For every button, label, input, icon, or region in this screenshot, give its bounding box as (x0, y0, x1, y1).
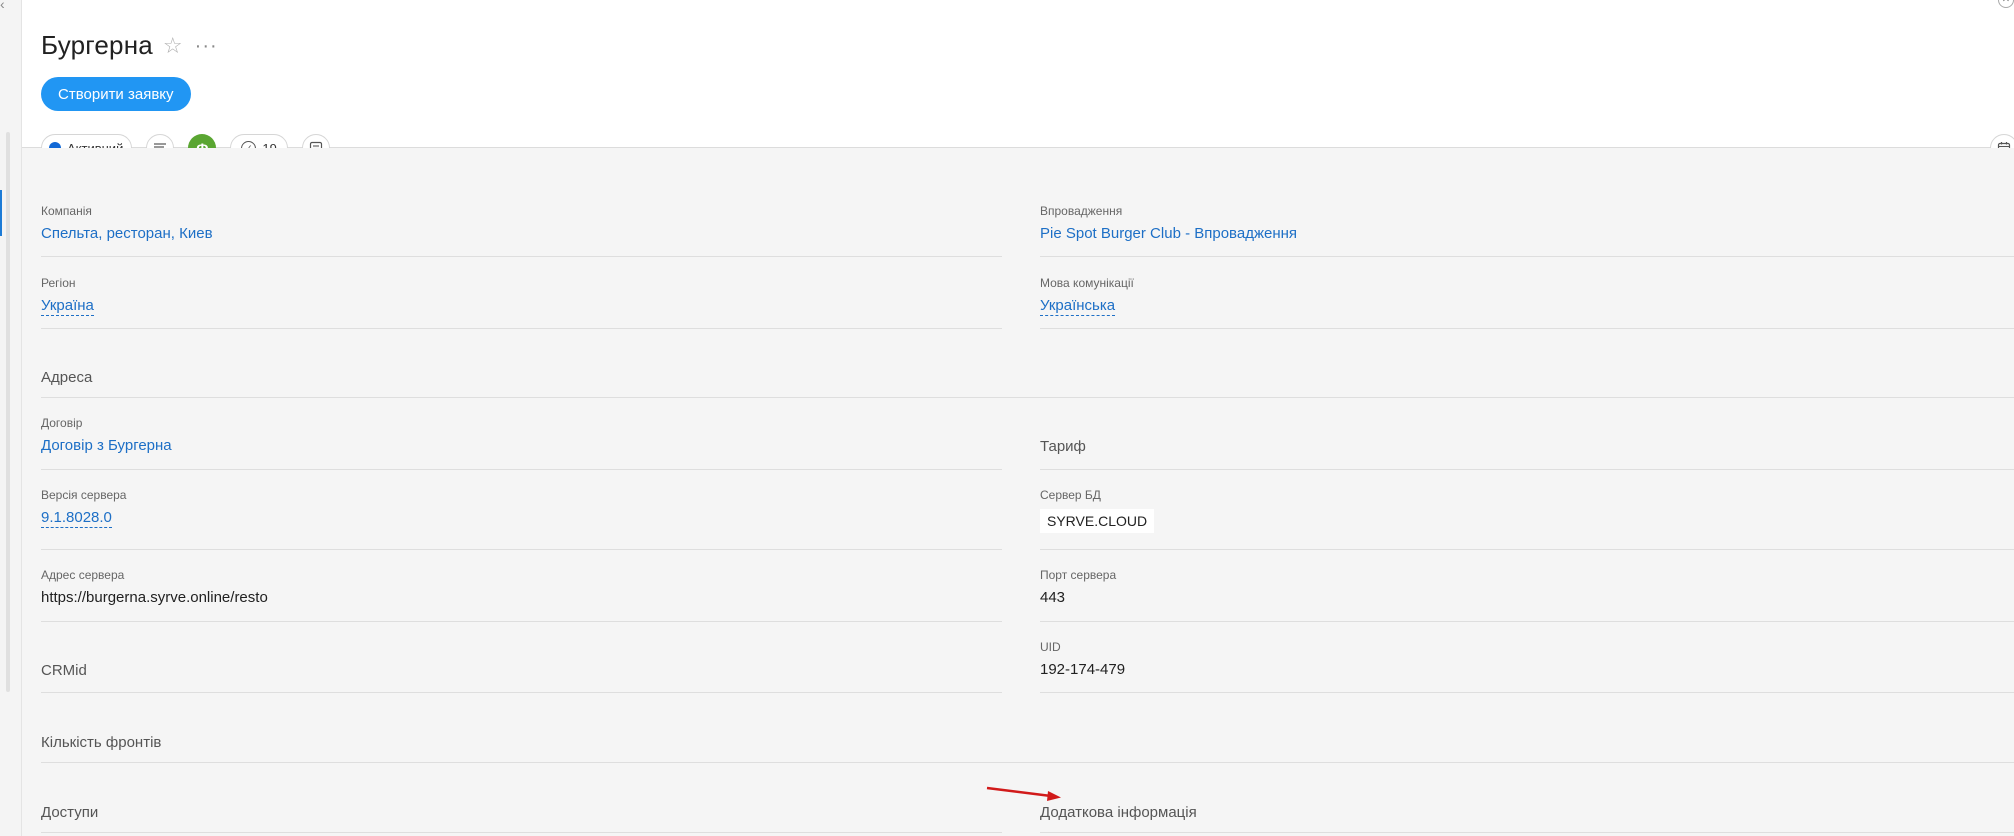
additional-info-label: Додаткова інформація (1040, 804, 1197, 821)
divider (1040, 832, 2014, 833)
server-version-field: Версія сервера 9.1.8028.0 (41, 488, 127, 528)
server-port-label: Порт сервера (1040, 568, 1117, 582)
fronts-count-field[interactable]: Кількість фронтів (41, 734, 161, 752)
divider (41, 549, 1002, 550)
additional-info-field[interactable]: Додаткова інформація (1040, 804, 1197, 822)
divider (1040, 328, 2014, 329)
annotation-arrow-icon (986, 786, 1061, 801)
divider (41, 692, 1002, 693)
active-indicator (0, 190, 2, 236)
address-field[interactable]: Адреса (41, 369, 92, 387)
db-server-label: Сервер БД (1040, 488, 1101, 502)
divider (1040, 256, 2014, 257)
divider (41, 397, 2014, 398)
tariff-field[interactable]: Тариф (1040, 438, 1086, 456)
crmid-label: CRMid (41, 662, 87, 679)
region-label: Регіон (41, 276, 76, 290)
chevron-left-icon[interactable]: ‹ (0, 0, 5, 12)
more-icon[interactable]: ··· (195, 36, 218, 56)
divider (41, 256, 1002, 257)
server-version-link[interactable]: 9.1.8028.0 (41, 509, 112, 528)
implementation-link[interactable]: Pie Spot Burger Club - Впровадження (1040, 225, 1297, 243)
language-link[interactable]: Українська (1040, 297, 1116, 316)
access-label: Доступи (41, 804, 99, 821)
company-link[interactable]: Спельта, ресторан, Киев (41, 225, 213, 243)
company-field: Компанія Спельта, ресторан, Киев (41, 204, 213, 243)
crmid-field[interactable]: CRMid (41, 662, 87, 680)
language-field: Мова комунікації Українська (1040, 276, 1134, 316)
db-server-field: Сервер БД SYRVE.CLOUD (1040, 488, 1155, 533)
divider (41, 328, 1002, 329)
server-address-label: Адрес сервера (41, 568, 125, 582)
address-label: Адреса (41, 369, 93, 386)
page-header: Бургерна ☆ ··· Створити заявку ✕ (22, 0, 2014, 148)
uid-field: UID 192-174-479 (1040, 640, 1125, 679)
scrollbar[interactable] (6, 132, 10, 692)
region-field: Регіон Україна (41, 276, 94, 316)
close-icon[interactable]: ✕ (1998, 0, 2014, 8)
star-icon[interactable]: ☆ (163, 33, 183, 59)
server-version-label: Версія сервера (41, 488, 127, 502)
divider (1040, 692, 2014, 693)
details-panel: Компанія Спельта, ресторан, Киев Впровад… (22, 148, 2014, 836)
tariff-label: Тариф (1040, 438, 1086, 455)
server-address-field: Адрес сервера https://burgerna.syrve.onl… (41, 568, 268, 607)
divider (1040, 469, 2014, 470)
implementation-field: Впровадження Pie Spot Burger Club - Впро… (1040, 204, 1297, 243)
contract-field: Договір Договір з Бургерна (41, 416, 172, 455)
implementation-label: Впровадження (1040, 204, 1123, 218)
uid-label: UID (1040, 640, 1061, 654)
region-link[interactable]: Україна (41, 297, 94, 316)
contract-link[interactable]: Договір з Бургерна (41, 437, 172, 455)
divider (1040, 549, 2014, 550)
uid-value[interactable]: 192-174-479 (1040, 661, 1125, 679)
divider (1040, 621, 2014, 622)
divider (41, 832, 1002, 833)
contract-label: Договір (41, 416, 83, 430)
server-port-value[interactable]: 443 (1040, 589, 1116, 607)
page-title: Бургерна (41, 30, 153, 60)
db-server-value[interactable]: SYRVE.CLOUD (1040, 509, 1155, 533)
server-address-value[interactable]: https://burgerna.syrve.online/resto (41, 589, 268, 607)
access-field[interactable]: Доступи (41, 804, 98, 822)
server-port-field: Порт сервера 443 (1040, 568, 1116, 607)
company-label: Компанія (41, 204, 92, 218)
divider (41, 469, 1002, 470)
title-row: Бургерна ☆ ··· (41, 30, 218, 61)
divider (41, 621, 1002, 622)
left-panel-strip: ‹ (0, 0, 22, 836)
divider (41, 762, 2014, 763)
fronts-count-label: Кількість фронтів (41, 734, 162, 751)
language-label: Мова комунікації (1040, 276, 1134, 290)
create-request-button[interactable]: Створити заявку (41, 77, 191, 111)
entity-page: ‹ Бургерна ☆ ··· Створити заявку ✕ Актив… (0, 0, 2014, 836)
